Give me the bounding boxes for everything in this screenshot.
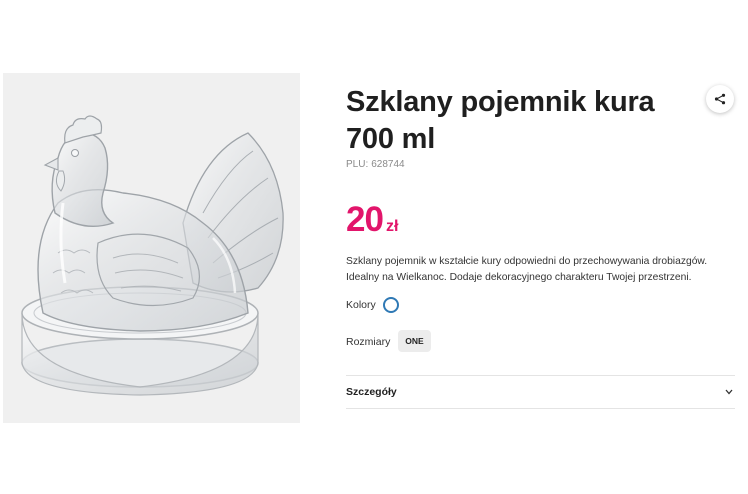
plu-value: 628744 xyxy=(371,159,405,170)
price-value: 20 xyxy=(346,200,384,239)
colors-label: Kolory xyxy=(346,299,376,311)
sizes-label: Rozmiary xyxy=(346,336,391,348)
share-button[interactable] xyxy=(706,85,734,113)
glass-hen-container-illustration xyxy=(21,115,284,396)
divider xyxy=(346,408,735,409)
size-option-one[interactable]: ONE xyxy=(398,330,431,352)
color-swatch-selected[interactable] xyxy=(383,297,399,313)
share-icon xyxy=(714,93,726,105)
price: 20 zł xyxy=(346,199,398,241)
plu-code: PLU: 628744 xyxy=(346,159,405,170)
product-description: Szklany pojemnik w kształcie kury odpowi… xyxy=(346,256,708,283)
product-image[interactable] xyxy=(3,73,300,423)
price-currency: zł xyxy=(385,218,399,235)
details-label: Szczegóły xyxy=(346,386,397,398)
plu-label: PLU: xyxy=(346,159,369,170)
details-accordion[interactable]: Szczegóły xyxy=(346,376,736,408)
product-title: Szklany pojemnik kura 700 ml xyxy=(346,86,655,155)
chevron-down-icon xyxy=(724,387,734,397)
